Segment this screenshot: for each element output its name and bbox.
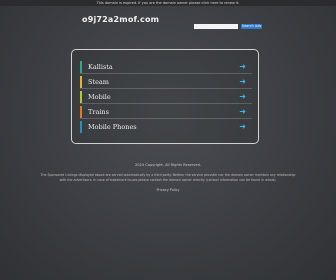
domain-title: o9j72a2mof.com bbox=[82, 15, 160, 24]
disclaimer-text: The Sponsored Listings displayed above a… bbox=[40, 173, 296, 182]
link-label: Kallista bbox=[88, 63, 113, 71]
link-label: Steam bbox=[88, 78, 109, 86]
link-steam[interactable]: Steam ➜ bbox=[80, 75, 252, 89]
expired-domain-notice[interactable]: This domain is expired. If you are the d… bbox=[0, 0, 336, 6]
link-label: Mobile Phones bbox=[88, 123, 137, 131]
link-trains[interactable]: Trains ➜ bbox=[80, 105, 252, 119]
arrow-right-icon: ➜ bbox=[239, 122, 246, 131]
arrow-right-icon: ➜ bbox=[239, 62, 246, 71]
link-color-bar bbox=[80, 106, 82, 118]
link-color-bar bbox=[80, 76, 82, 88]
arrow-right-icon: ➜ bbox=[239, 107, 246, 116]
search-input[interactable] bbox=[194, 24, 238, 29]
arrow-right-icon: ➜ bbox=[239, 92, 246, 101]
link-label: Trains bbox=[88, 108, 109, 116]
copyright-text: 2024 Copyright. All Rights Reserved. bbox=[134, 163, 202, 167]
privacy-policy-link[interactable]: Privacy Policy bbox=[0, 188, 336, 192]
search-button[interactable]: Search Ads bbox=[241, 24, 262, 29]
link-mobile[interactable]: Mobile ➜ bbox=[80, 90, 252, 104]
link-label: Mobile bbox=[88, 93, 111, 101]
link-color-bar bbox=[80, 121, 82, 133]
link-color-bar bbox=[80, 91, 82, 103]
link-mobile-phones[interactable]: Mobile Phones ➜ bbox=[80, 120, 252, 134]
link-kallista[interactable]: Kallista ➜ bbox=[80, 60, 252, 74]
arrow-right-icon: ➜ bbox=[239, 77, 246, 86]
link-color-bar bbox=[80, 61, 82, 73]
related-links-panel: Kallista ➜ Steam ➜ Mobile ➜ Trains ➜ Mob… bbox=[71, 49, 259, 144]
